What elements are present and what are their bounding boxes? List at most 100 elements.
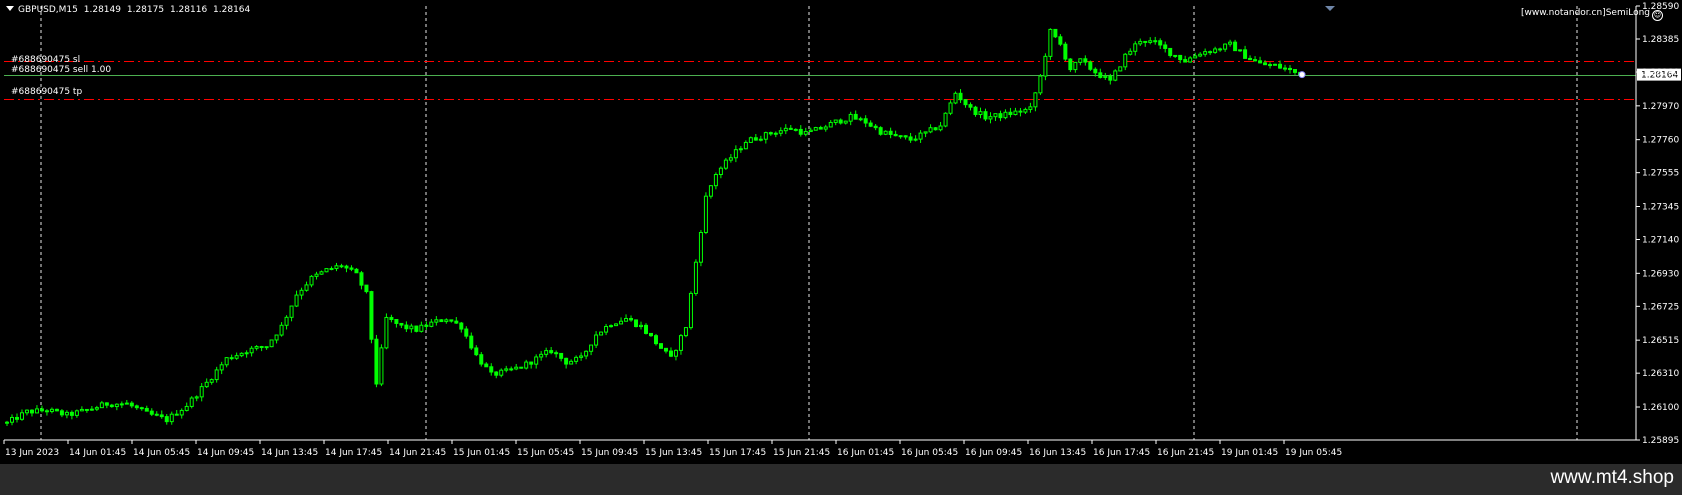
candle-body — [284, 316, 289, 326]
candle-body — [604, 325, 609, 333]
candle-body — [569, 360, 574, 365]
candle-body — [609, 325, 614, 328]
candle-body — [34, 408, 39, 414]
candle-body — [668, 350, 673, 357]
candle-body — [728, 157, 733, 161]
candle-body — [1023, 108, 1028, 113]
x-tick-label: 14 Jun 09:45 — [197, 448, 254, 458]
candle-body — [319, 271, 324, 275]
candle-body — [1183, 59, 1188, 63]
candle-body — [59, 410, 64, 416]
candle-body — [179, 409, 184, 416]
candle-body — [758, 138, 763, 141]
candle-body — [1228, 41, 1233, 45]
candle-body — [479, 354, 484, 365]
candle-body — [1273, 63, 1278, 66]
candle-body — [144, 407, 149, 412]
candle-body — [783, 127, 788, 132]
candle-body — [434, 319, 439, 323]
candle-body — [808, 129, 813, 133]
dropdown-triangle-icon[interactable] — [6, 6, 14, 11]
candle-body — [1043, 55, 1048, 77]
x-tick-label: 15 Jun 13:45 — [645, 448, 702, 458]
candle-body — [554, 352, 559, 355]
candle-body — [938, 125, 943, 131]
chart-shift-icon[interactable] — [1325, 6, 1335, 11]
candle-body — [778, 130, 783, 134]
candle-body — [149, 410, 154, 415]
candle-body — [1118, 66, 1123, 72]
y-tick-label: 1.28385 — [1642, 35, 1679, 45]
candle-body — [599, 331, 604, 336]
candle-body — [878, 127, 883, 135]
candle-body — [983, 111, 988, 120]
candle-body — [1128, 50, 1133, 55]
candle-body — [254, 346, 259, 349]
candle-body — [389, 316, 394, 321]
x-tick-label: 16 Jun 09:45 — [965, 448, 1022, 458]
candle-body — [1138, 40, 1143, 45]
candle-body — [614, 323, 619, 327]
candle-body — [1048, 28, 1053, 57]
candle-body — [469, 335, 474, 349]
y-tick-label: 1.26310 — [1642, 369, 1679, 379]
y-tick-label: 1.26100 — [1642, 403, 1679, 413]
order-level-label: #688690475 tp — [11, 87, 82, 97]
candle-body — [708, 185, 713, 197]
candle-body — [189, 397, 194, 407]
candle-body — [504, 368, 509, 371]
candle-body — [99, 402, 104, 409]
candle-body — [1038, 75, 1043, 94]
candle-body — [653, 335, 658, 345]
candle-body — [1218, 48, 1223, 51]
candle-body — [1203, 51, 1208, 55]
candle-body — [903, 135, 908, 138]
candle-body — [74, 410, 79, 416]
price-chart[interactable]: 1.28164 13 Jun 2023 14 Jun 01:45 14 Jun 05… — [0, 0, 1682, 464]
candle-body — [299, 289, 304, 296]
candle-body — [139, 407, 144, 410]
candle-body — [159, 414, 164, 418]
x-tick-label: 15 Jun 09:45 — [581, 448, 638, 458]
y-tick-label: 1.26515 — [1642, 336, 1679, 346]
candle-body — [1068, 58, 1073, 71]
candle-body — [1168, 47, 1173, 56]
candle-body — [69, 411, 74, 416]
y-tick-label: 1.26725 — [1642, 302, 1679, 312]
candle-body — [324, 268, 329, 273]
candle-body — [1098, 72, 1103, 78]
candle-body — [279, 324, 284, 336]
y-tick-label: 1.27760 — [1642, 136, 1679, 146]
candle-body — [309, 275, 314, 286]
candle-body — [514, 366, 519, 370]
candle-body — [119, 403, 124, 406]
chart-header[interactable]: GBPUSD,M15 1.28149 1.28175 1.28116 1.281… — [6, 5, 253, 15]
candle-body — [199, 386, 204, 398]
candle-body — [444, 319, 449, 323]
candle-body — [164, 416, 169, 423]
candle-body — [1288, 67, 1293, 71]
candle-body — [988, 116, 993, 120]
x-tick-label: 14 Jun 01:45 — [69, 448, 126, 458]
candle-body — [1253, 59, 1258, 62]
candle-body — [1078, 58, 1083, 63]
x-tick-label: 16 Jun 17:45 — [1093, 448, 1150, 458]
candle-body — [209, 379, 214, 383]
candle-body — [968, 104, 973, 108]
candle-body — [364, 284, 369, 293]
candle-body — [1033, 92, 1038, 108]
candle-body — [109, 404, 114, 408]
candle-body — [763, 132, 768, 140]
candle-body — [678, 335, 683, 351]
chart-area[interactable]: 1.28164 13 Jun 2023 14 Jun 01:45 14 Jun 05… — [0, 0, 1682, 464]
footer-bar: www.mt4.shop — [0, 464, 1682, 495]
candle-body — [1003, 111, 1008, 119]
candle-body — [773, 132, 778, 135]
candle-body — [1073, 61, 1078, 71]
candle-body — [349, 267, 354, 270]
x-tick-label: 15 Jun 21:45 — [773, 448, 830, 458]
candle-body — [1113, 70, 1118, 81]
candle-body — [848, 113, 853, 122]
candle-body — [539, 353, 544, 358]
indicator-watermark: [www.notandor.cn]SemiLong ☺ — [1521, 8, 1663, 21]
